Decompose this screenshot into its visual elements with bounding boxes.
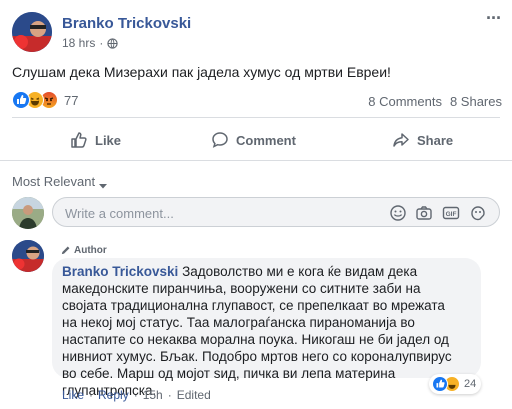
comment-time[interactable]: 15h xyxy=(143,388,163,402)
comment-button-label: Comment xyxy=(236,132,296,148)
globe-icon xyxy=(107,37,119,49)
sort-label: Most Relevant xyxy=(12,174,96,189)
like-reaction-icon xyxy=(432,376,448,392)
like-button-label: Like xyxy=(95,132,122,148)
comment-reply-link[interactable]: Reply xyxy=(98,388,129,402)
post-time[interactable]: 18 hrs xyxy=(62,36,95,50)
comment-author-name[interactable]: Branko Trickovski xyxy=(62,264,178,279)
author-badge: Author xyxy=(60,245,107,256)
post-author-avatar[interactable] xyxy=(12,12,52,52)
current-user-avatar[interactable] xyxy=(12,197,44,229)
like-button[interactable]: Like xyxy=(70,124,121,156)
thumbs-up-icon xyxy=(70,131,88,149)
comment-reactions-count: 24 xyxy=(464,378,477,390)
meta-separator: · xyxy=(99,36,104,50)
comment-author-avatar[interactable] xyxy=(12,240,44,272)
comment-like-link[interactable]: Like xyxy=(62,388,84,402)
shares-count[interactable]: 8 Shares xyxy=(450,94,502,109)
emoji-icon[interactable] xyxy=(389,204,407,222)
sticker-icon[interactable] xyxy=(469,204,487,222)
comment-bubble: Branko Trickovski Задоволство ми е кога … xyxy=(52,258,481,398)
divider xyxy=(12,117,500,118)
post-text: Слушам дека Мизерахи пак јадела хумус од… xyxy=(12,64,391,80)
comment-button[interactable]: Comment xyxy=(211,124,296,156)
comment-input[interactable]: Write a comment... GIF xyxy=(52,197,500,227)
post-meta: 18 hrs · xyxy=(62,36,119,50)
comment-reactions[interactable]: 24 xyxy=(429,374,482,394)
post-author-name[interactable]: Branko Trickovski xyxy=(62,15,191,32)
author-badge-label: Author xyxy=(74,245,107,256)
post-counts: 8 Comments 8 Shares xyxy=(368,94,502,109)
comment-edited[interactable]: Edited xyxy=(177,388,211,402)
dot-separator: · xyxy=(133,388,138,402)
dot-separator: · xyxy=(89,388,94,402)
comment-text: Branko Trickovski Задоволство ми е кога … xyxy=(62,263,454,399)
caret-down-icon xyxy=(99,178,108,188)
divider xyxy=(0,160,512,161)
gif-icon[interactable]: GIF xyxy=(442,204,460,222)
post-options-icon[interactable]: ··· xyxy=(486,8,502,29)
reactions-count[interactable]: 77 xyxy=(64,93,78,108)
dot-separator: · xyxy=(167,388,172,402)
comment-body: Задоволство ми е кога ќе видам дека маке… xyxy=(62,264,452,398)
share-arrow-icon xyxy=(392,131,410,149)
svg-text:GIF: GIF xyxy=(446,211,457,218)
comments-count[interactable]: 8 Comments xyxy=(368,94,442,109)
comment-actions: Like · Reply · 15h · Edited xyxy=(62,388,211,402)
share-button-label: Share xyxy=(417,132,454,148)
comment-icon xyxy=(211,131,229,149)
camera-icon[interactable] xyxy=(415,204,433,222)
share-button[interactable]: Share xyxy=(392,124,453,156)
like-reaction-icon xyxy=(12,91,30,109)
comment-input-placeholder: Write a comment... xyxy=(65,206,174,221)
comment-sort-dropdown[interactable]: Most Relevant xyxy=(12,174,108,189)
post-reactions[interactable]: 77 xyxy=(12,91,78,109)
pencil-icon xyxy=(60,245,71,256)
